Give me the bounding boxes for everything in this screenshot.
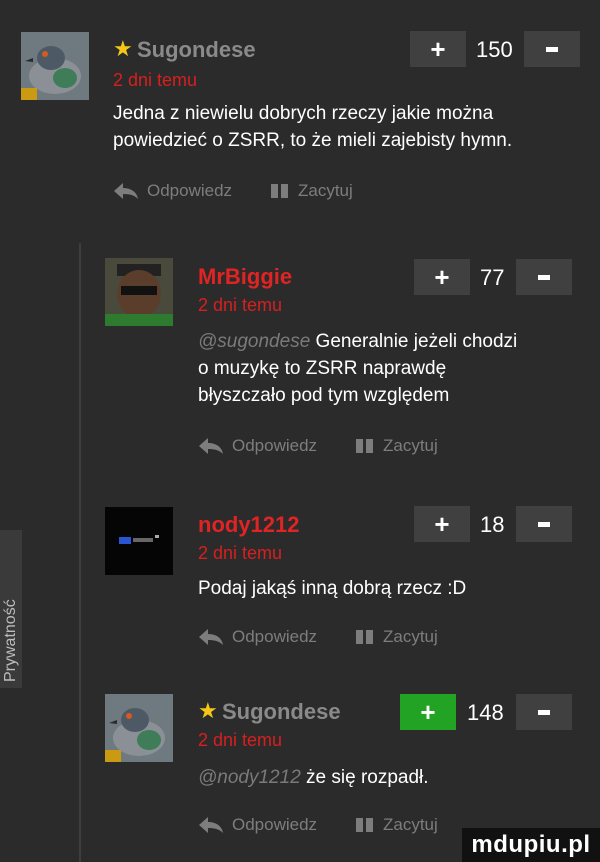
watermark-logo: mdupiu.pl xyxy=(462,828,600,862)
quote-label: Zacytuj xyxy=(383,436,438,455)
minus-icon xyxy=(538,521,550,527)
text-line: o muzykę to ZSRR naprawdę xyxy=(198,358,447,379)
score: 77 xyxy=(480,265,505,290)
text-line: powiedzieć o ZSRR, to że mieli zajebisty… xyxy=(113,130,513,151)
comment-text: @sugondese Generalnie jeżeli chodzi o mu… xyxy=(198,328,593,409)
score: 18 xyxy=(480,512,505,537)
reply-label: Odpowiedz xyxy=(232,815,318,834)
mention-link[interactable]: @sugondese xyxy=(198,331,310,352)
thread-line xyxy=(79,243,81,862)
quote-icon xyxy=(356,818,373,832)
mention-link[interactable]: @nody1212 xyxy=(198,767,301,788)
timestamp[interactable]: 2 dni temu xyxy=(198,543,282,564)
star-icon: ★ xyxy=(198,698,218,723)
text-line: Jedna z niewielu dobrych rzeczy jakie mo… xyxy=(113,103,494,124)
reply-arrow-icon xyxy=(199,438,223,454)
comment-text: Jedna z niewielu dobrych rzeczy jakie mo… xyxy=(113,100,593,154)
upvote-button-active[interactable]: + xyxy=(400,694,456,730)
quote-button[interactable]: Zacytuj xyxy=(355,815,438,835)
quote-button[interactable]: Zacytuj xyxy=(270,181,353,201)
pigeon-avatar[interactable] xyxy=(21,32,89,100)
star-icon: ★ xyxy=(113,36,133,61)
downvote-button[interactable] xyxy=(524,31,580,67)
quote-label: Zacytuj xyxy=(383,627,438,646)
plus-icon: + xyxy=(420,696,436,727)
quote-button[interactable]: Zacytuj xyxy=(355,627,438,647)
privacy-side-tab[interactable]: Prywatność xyxy=(0,530,22,688)
reply-label: Odpowiedz xyxy=(232,436,318,455)
username[interactable]: Sugondese xyxy=(137,37,256,63)
upvote-button[interactable]: + xyxy=(410,31,466,67)
reply-button[interactable]: Odpowiedz xyxy=(198,436,317,456)
comment-text: Podaj jakąś inną dobrą rzecz :D xyxy=(198,575,593,602)
timestamp[interactable]: 2 dni temu xyxy=(198,730,282,751)
timestamp[interactable]: 2 dni temu xyxy=(198,295,282,316)
reply-button[interactable]: Odpowiedz xyxy=(198,815,317,835)
reply-button[interactable]: Odpowiedz xyxy=(198,627,317,647)
minus-icon xyxy=(538,709,550,715)
downvote-button[interactable] xyxy=(516,694,572,730)
downvote-button[interactable] xyxy=(516,259,572,295)
reply-arrow-icon xyxy=(199,629,223,645)
downvote-button[interactable] xyxy=(516,506,572,542)
score: 148 xyxy=(467,700,504,725)
timestamp[interactable]: 2 dni temu xyxy=(113,70,197,91)
quote-icon xyxy=(356,630,373,644)
quote-label: Zacytuj xyxy=(298,181,353,200)
reply-label: Odpowiedz xyxy=(147,181,233,200)
reply-arrow-icon xyxy=(114,183,138,199)
username[interactable]: MrBiggie xyxy=(198,264,292,290)
reply-arrow-icon xyxy=(199,817,223,833)
text-line: błyszczało pod tym względem xyxy=(198,385,450,406)
privacy-label: Prywatność xyxy=(2,599,19,682)
quote-button[interactable]: Zacytuj xyxy=(355,436,438,456)
quote-label: Zacytuj xyxy=(383,815,438,834)
upvote-button[interactable]: + xyxy=(414,259,470,295)
minus-icon xyxy=(546,46,558,52)
comment-text: @nody1212 że się rozpadł. xyxy=(198,764,593,791)
reply-button[interactable]: Odpowiedz xyxy=(113,181,232,201)
username[interactable]: nody1212 xyxy=(198,512,300,538)
upvote-button[interactable]: + xyxy=(414,506,470,542)
reply-label: Odpowiedz xyxy=(232,627,318,646)
plus-icon: + xyxy=(430,33,446,64)
quote-icon xyxy=(271,184,288,198)
text-line: @nody1212 że się rozpadł. xyxy=(198,767,429,788)
minus-icon xyxy=(538,274,550,280)
username[interactable]: Sugondese xyxy=(222,699,341,725)
text-line: Podaj jakąś inną dobrą rzecz :D xyxy=(198,578,467,599)
pigeon-avatar[interactable] xyxy=(105,694,173,762)
nody1212-avatar[interactable] xyxy=(105,507,173,575)
quote-icon xyxy=(356,439,373,453)
plus-icon: + xyxy=(434,508,450,539)
text-line: @sugondese Generalnie jeżeli chodzi xyxy=(198,331,518,352)
plus-icon: + xyxy=(434,261,450,292)
score: 150 xyxy=(476,37,513,62)
mrbiggie-avatar[interactable] xyxy=(105,258,173,326)
